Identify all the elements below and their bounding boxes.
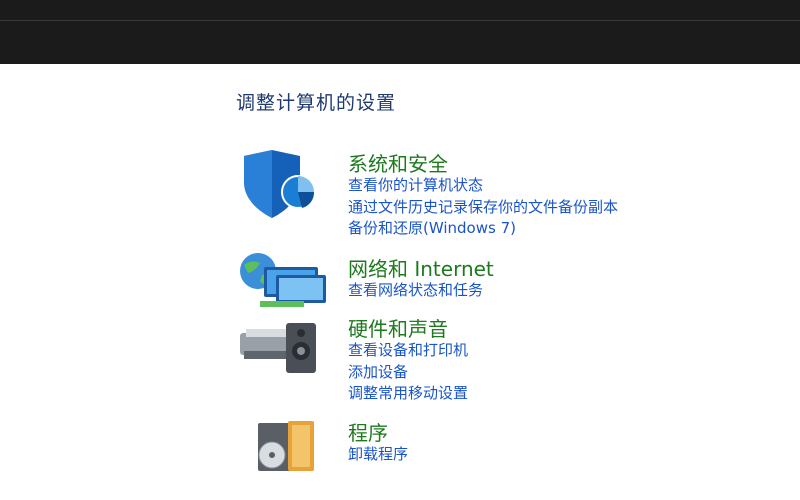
link-backup-restore[interactable]: 备份和还原(Windows 7) xyxy=(348,218,618,240)
category-title-system-security[interactable]: 系统和安全 xyxy=(348,148,448,177)
shield-icon[interactable] xyxy=(236,148,332,220)
category-title-programs[interactable]: 程序 xyxy=(348,417,388,446)
programs-icon[interactable] xyxy=(236,417,332,489)
category-title-network-internet[interactable]: 网络和 Internet xyxy=(348,253,494,282)
link-file-history-backup[interactable]: 通过文件历史记录保存你的文件备份副本 xyxy=(348,197,618,219)
link-view-network-status[interactable]: 查看网络状态和任务 xyxy=(348,280,483,302)
title-bar-divider xyxy=(0,20,800,21)
category-system-security: 系统和安全 查看你的计算机状态 通过文件历史记录保存你的文件备份副本 备份和还原… xyxy=(236,148,776,244)
category-network-internet: 网络和 Internet 查看网络状态和任务 xyxy=(236,253,776,313)
printer-icon[interactable] xyxy=(236,313,332,385)
title-bar xyxy=(0,0,800,64)
category-title-hardware-sound[interactable]: 硬件和声音 xyxy=(348,313,448,342)
category-programs: 程序 卸载程序 xyxy=(236,417,776,477)
link-uninstall-program[interactable]: 卸载程序 xyxy=(348,444,408,466)
link-view-devices-printers[interactable]: 查看设备和打印机 xyxy=(348,340,468,362)
link-add-device[interactable]: 添加设备 xyxy=(348,362,468,384)
link-mobility-settings[interactable]: 调整常用移动设置 xyxy=(348,383,468,405)
category-hardware-sound: 硬件和声音 查看设备和打印机 添加设备 调整常用移动设置 xyxy=(236,313,776,403)
page-title: 调整计算机的设置 xyxy=(236,92,397,114)
link-view-computer-status[interactable]: 查看你的计算机状态 xyxy=(348,175,618,197)
